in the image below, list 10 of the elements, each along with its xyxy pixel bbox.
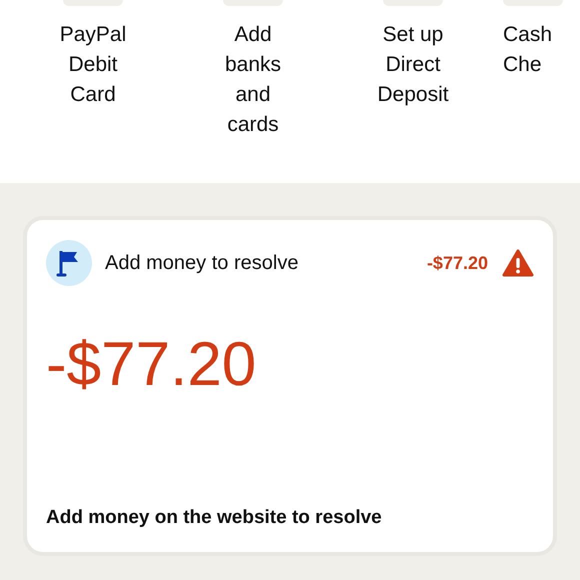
resolve-message: Add money on the website to resolve: [46, 506, 383, 530]
header-amount: -$77.20: [426, 252, 488, 274]
warning-icon: [502, 249, 534, 277]
flag-icon: [46, 240, 92, 286]
alert-title: Add money to resolve: [105, 251, 298, 276]
balance-amount: -$77.20: [46, 330, 258, 400]
action-label[interactable]: PayPal Debit Card: [53, 20, 133, 110]
action-label[interactable]: Cash Che: [503, 20, 551, 80]
action-label[interactable]: Add banks and cards: [213, 20, 293, 140]
action-label[interactable]: Set up Direct Deposit: [373, 20, 453, 110]
